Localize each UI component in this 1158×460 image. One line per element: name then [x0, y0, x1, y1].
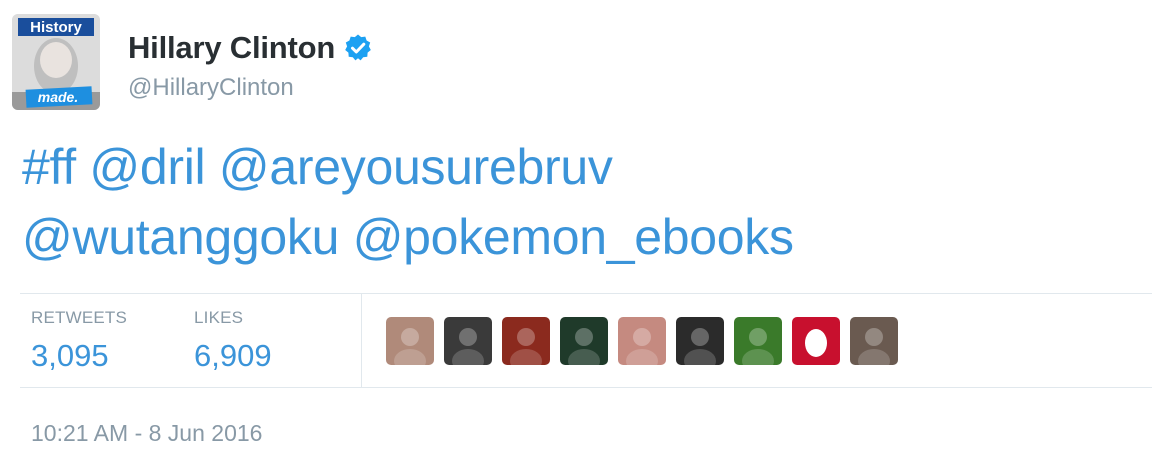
display-name[interactable]: Hillary Clinton: [128, 30, 335, 66]
mention-link[interactable]: @dril: [89, 139, 205, 195]
mention-link[interactable]: @pokemon_ebooks: [353, 209, 794, 265]
tweet-timestamp[interactable]: 10:21 AM - 8 Jun 2016: [31, 420, 262, 447]
likers-avatars: [386, 317, 908, 365]
retweets-label: RETWEETS: [31, 308, 128, 327]
tweet-text: #ff @dril @areyousurebruv @wutanggoku @p…: [22, 132, 1142, 272]
name-row: Hillary Clinton: [128, 30, 373, 66]
stats-divider-top: [20, 293, 1152, 294]
mention-link[interactable]: @areyousurebruv: [219, 139, 613, 195]
liker-avatar[interactable]: [676, 317, 724, 365]
stats-divider-bottom: [20, 387, 1152, 388]
likes-count: 6,909: [194, 338, 272, 373]
liker-avatar[interactable]: [444, 317, 492, 365]
retweets-stat[interactable]: RETWEETS 3,095: [31, 308, 127, 374]
liker-avatar[interactable]: [560, 317, 608, 365]
verified-badge-icon: [343, 33, 373, 63]
tweet-line-2: @wutanggoku @pokemon_ebooks: [22, 202, 1142, 272]
retweets-count: 3,095: [31, 338, 109, 373]
avatar-badge-bottom: made.: [38, 89, 78, 105]
likes-stat[interactable]: LIKES 6,909: [194, 308, 272, 374]
avatar-badge-top: History: [30, 19, 82, 36]
liker-avatar[interactable]: [734, 317, 782, 365]
tweet-line-1: #ff @dril @areyousurebruv: [22, 132, 1142, 202]
liker-avatar[interactable]: [502, 317, 550, 365]
stats-separator: [361, 293, 362, 387]
avatar-image: History made.: [12, 14, 100, 110]
liker-avatar[interactable]: [850, 317, 898, 365]
user-handle[interactable]: @HillaryClinton: [128, 74, 294, 102]
liker-avatar[interactable]: [618, 317, 666, 365]
mention-link[interactable]: @wutanggoku: [22, 209, 339, 265]
profile-avatar[interactable]: History made.: [12, 14, 100, 110]
liker-avatar[interactable]: [386, 317, 434, 365]
hashtag-link[interactable]: #ff: [22, 139, 76, 195]
likes-label: LIKES: [194, 308, 244, 327]
egg-avatar-icon[interactable]: [792, 317, 840, 365]
